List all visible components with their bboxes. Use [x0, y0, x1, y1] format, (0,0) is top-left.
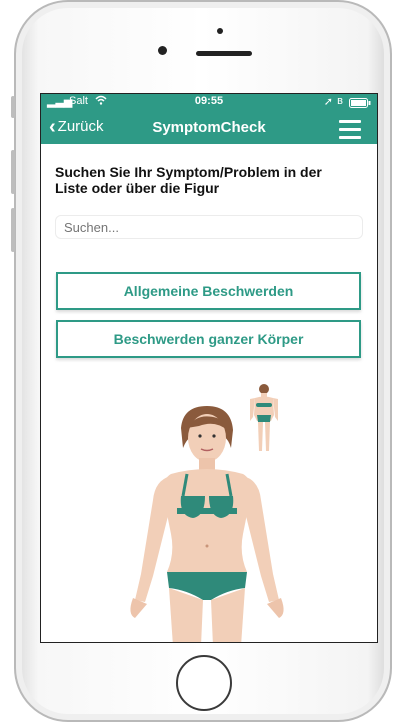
- volume-down-button: [11, 208, 15, 252]
- page-title: SymptomCheck: [152, 119, 266, 136]
- home-button[interactable]: [176, 655, 232, 711]
- instruction-text: Suchen Sie Ihr Symptom/Problem in der Li…: [55, 164, 322, 196]
- location-icon: ➚: [323, 96, 333, 108]
- hamburger-menu-icon[interactable]: [339, 120, 361, 144]
- search-input[interactable]: [55, 215, 363, 239]
- volume-up-button: [11, 150, 15, 194]
- proximity-sensor: [217, 28, 223, 34]
- whole-body-complaints-button[interactable]: Beschwerden ganzer Körper: [56, 320, 361, 358]
- earpiece-speaker: [196, 51, 252, 56]
- app-screen: ▂▃▅ Salt 09:55 ➚ ʙ ‹ Zurück SymptomCheck…: [40, 93, 378, 643]
- general-complaints-button[interactable]: Allgemeine Beschwerden: [56, 272, 361, 310]
- front-camera: [158, 46, 167, 55]
- bluetooth-icon: ʙ: [337, 95, 343, 107]
- body-figure-area: [41, 379, 377, 643]
- status-bar: ▂▃▅ Salt 09:55 ➚ ʙ: [41, 94, 377, 110]
- body-figure[interactable]: [111, 404, 301, 643]
- mute-switch: [11, 96, 15, 118]
- nav-bar: ‹ Zurück SymptomCheck: [41, 110, 377, 144]
